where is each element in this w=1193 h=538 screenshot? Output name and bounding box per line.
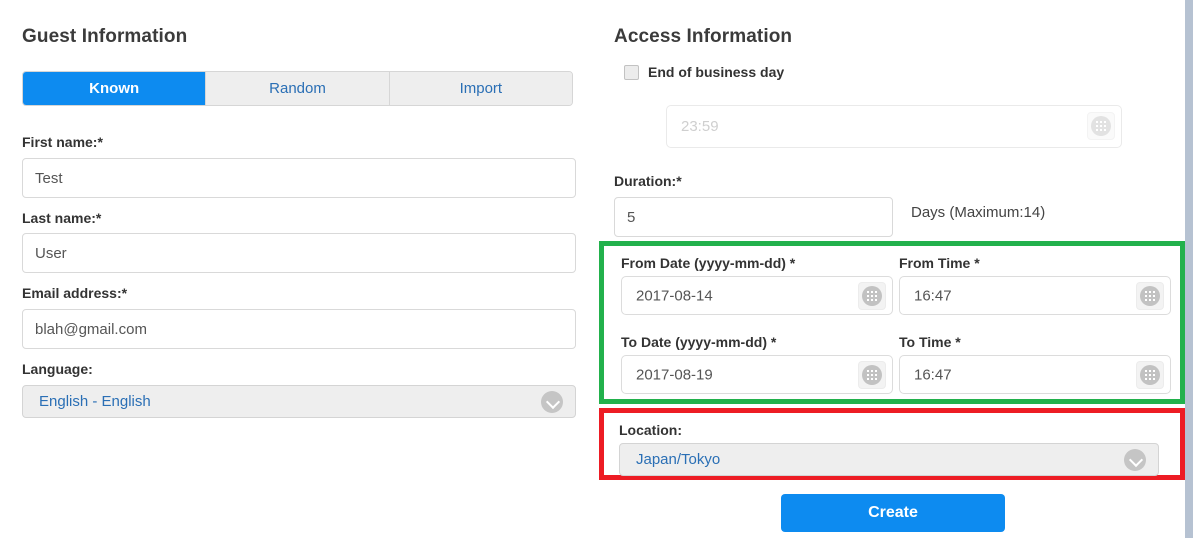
calendar-icon: [862, 286, 882, 306]
location-select[interactable]: Japan/Tokyo: [619, 443, 1159, 476]
email-address-label: Email address:*: [22, 285, 128, 301]
tab-import-label: Import: [459, 80, 503, 97]
datetime-highlight-box: From Date (yyyy-mm-dd) * 2017-08-14 From…: [599, 241, 1185, 404]
calendar-icon: [1091, 116, 1111, 136]
tab-known[interactable]: Known: [23, 72, 207, 105]
duration-note: Days (Maximum:14): [911, 204, 1046, 221]
end-of-business-day-label: End of business day: [648, 64, 785, 80]
calendar-icon: [1140, 365, 1160, 385]
calendar-icon: [862, 365, 882, 385]
from-time-value: 16:47: [914, 287, 952, 304]
create-button[interactable]: Create: [781, 494, 1005, 532]
calendar-icon-to-date[interactable]: [858, 361, 886, 389]
to-date-field[interactable]: 2017-08-19: [621, 355, 893, 394]
duration-label: Duration:*: [614, 173, 682, 189]
end-of-business-day-row: End of business day: [624, 64, 784, 80]
calendar-icon-from-time[interactable]: [1136, 282, 1164, 310]
calendar-icon-from-date[interactable]: [858, 282, 886, 310]
language-label: Language:: [22, 361, 93, 377]
to-date-value: 2017-08-19: [636, 366, 713, 383]
end-of-business-day-time-wrapper: [666, 105, 1122, 148]
first-name-input[interactable]: [22, 158, 576, 198]
from-time-label: From Time *: [899, 255, 980, 271]
tab-random-label: Random: [269, 80, 326, 97]
last-name-label: Last name:*: [22, 210, 102, 226]
chevron-down-icon: [541, 390, 563, 413]
from-date-value: 2017-08-14: [636, 287, 713, 304]
location-highlight-box: Location: Japan/Tokyo: [599, 408, 1185, 480]
to-time-value: 16:47: [914, 366, 952, 383]
calendar-icon: [1140, 286, 1160, 306]
tab-random[interactable]: Random: [206, 72, 390, 105]
last-name-input[interactable]: [22, 233, 576, 273]
to-time-field[interactable]: 16:47: [899, 355, 1171, 394]
end-of-business-day-time-input[interactable]: [666, 105, 1122, 148]
first-name-label: First name:*: [22, 134, 103, 150]
calendar-icon-to-time[interactable]: [1136, 361, 1164, 389]
from-time-field[interactable]: 16:47: [899, 276, 1171, 315]
vertical-scrollbar-thumb[interactable]: [1185, 0, 1193, 538]
tab-import[interactable]: Import: [389, 72, 572, 105]
form-page: Guest Information Known Random Import Fi…: [0, 0, 1185, 538]
guest-type-tabs: Known Random Import: [22, 71, 573, 106]
calendar-icon-eob[interactable]: [1087, 112, 1115, 140]
from-date-field[interactable]: 2017-08-14: [621, 276, 893, 315]
location-label: Location:: [619, 422, 682, 438]
location-select-value: Japan/Tokyo: [636, 451, 721, 468]
chevron-down-icon: [1124, 448, 1146, 471]
email-address-input[interactable]: [22, 309, 576, 349]
tab-known-label: Known: [89, 80, 140, 97]
duration-input[interactable]: [614, 197, 893, 237]
vertical-scrollbar-track[interactable]: [1185, 0, 1193, 538]
language-select-value: English - English: [39, 393, 151, 410]
language-select[interactable]: English - English: [22, 385, 576, 418]
end-of-business-day-checkbox[interactable]: [624, 64, 639, 80]
access-information-title: Access Information: [614, 26, 793, 47]
to-time-label: To Time *: [899, 334, 961, 350]
from-date-label: From Date (yyyy-mm-dd) *: [621, 255, 796, 271]
to-date-label: To Date (yyyy-mm-dd) *: [621, 334, 777, 350]
guest-information-title: Guest Information: [22, 26, 188, 47]
